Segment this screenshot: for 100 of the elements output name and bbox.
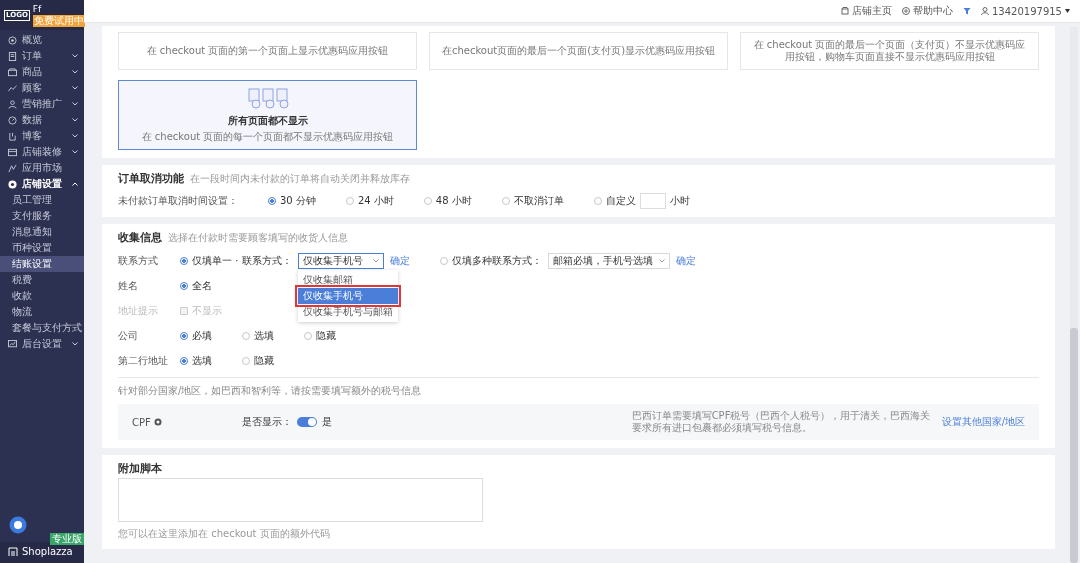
option-label: 自定义 xyxy=(605,194,636,208)
radio-button[interactable] xyxy=(593,197,602,205)
storefront-icon xyxy=(8,147,17,157)
description-text: 巴西订单需要填写CPF税号（巴西个人税号），用于清关，巴西海关要求所有进口包裹都必须填写税号信息。 xyxy=(631,410,932,434)
sidebar-item[interactable]: 顾客 xyxy=(0,80,84,96)
gauge-icon xyxy=(8,115,17,125)
note-text: 针对部分国家/地区，如巴西和智利等，请按需要填写额外的税号信息 xyxy=(118,384,423,398)
field-label: 第二行地址 xyxy=(118,353,169,368)
sidebar-subitem[interactable]: 消息通知 xyxy=(0,224,84,240)
option-label: 隐藏 xyxy=(316,328,336,343)
option-card[interactable]: 所有页面都不显示 在 checkout 页面的每一个页面都不显示优惠码应用按钮 xyxy=(118,80,417,150)
filter-icon xyxy=(963,7,971,15)
chat-icon xyxy=(9,516,27,534)
radio-button[interactable] xyxy=(501,197,510,205)
unit-label: 小时 xyxy=(669,194,690,208)
section-title: 收集信息 xyxy=(118,230,162,245)
pen-icon xyxy=(8,131,17,141)
sidebar-item[interactable]: 营销推广 xyxy=(0,96,84,112)
option-label: 不取消订单 xyxy=(513,194,564,208)
option-label: 仅填单一 · 联系方式： xyxy=(192,253,292,268)
option-label: 全名 xyxy=(192,278,212,293)
link[interactable]: 确定 xyxy=(675,253,696,268)
sidebar-subitem[interactable]: 币种设置 xyxy=(0,240,84,256)
sidebar-item[interactable]: 店铺设置 xyxy=(0,176,84,192)
radio-button[interactable] xyxy=(439,256,448,265)
option-card[interactable]: 在 checkout 页面的第一个页面上显示优惠码应用按钮 xyxy=(118,32,417,70)
caret-icon xyxy=(1065,9,1070,13)
option-label: 仅填多种联系方式： xyxy=(451,253,542,268)
pages-icon xyxy=(245,87,290,111)
radio-button[interactable] xyxy=(242,356,250,365)
target-icon xyxy=(8,35,17,45)
radio-button[interactable] xyxy=(423,197,432,205)
sidebar-subitem[interactable]: 套餐与支付方式 xyxy=(0,320,84,336)
option-label: 选填 xyxy=(192,353,212,368)
sidebar-subitem[interactable]: 支付服务 xyxy=(0,208,84,224)
option-card[interactable]: 在 checkout 页面的最后一个页面（支付页）不显示优惠码应用按钮，购物车页面直接不显示优惠码应用按钮 xyxy=(740,32,1039,70)
monitor-icon xyxy=(8,339,17,349)
option-label: 24 小时 xyxy=(357,194,394,208)
sidebar-subitem[interactable]: 税费 xyxy=(0,272,84,288)
radio-button[interactable] xyxy=(304,331,312,340)
sidebar-subitem[interactable]: 员工管理 xyxy=(0,192,84,208)
brand-name: Shoplazza xyxy=(22,546,73,557)
radio-button[interactable] xyxy=(180,331,188,340)
top-link[interactable]: 店铺主页 xyxy=(841,4,892,18)
info-icon xyxy=(153,418,162,426)
radio-button[interactable] xyxy=(180,256,188,265)
link[interactable]: 设置其他国家/地区 xyxy=(941,415,1025,429)
sidebar-item[interactable]: 数据 xyxy=(0,112,84,128)
section-title: 附加脚本 xyxy=(118,461,163,476)
help-icon xyxy=(902,7,910,15)
sidebar-item[interactable]: 店铺装修 xyxy=(0,144,84,160)
radio-button[interactable] xyxy=(180,281,188,290)
scrollbar[interactable] xyxy=(1070,27,1078,563)
section-title: 订单取消功能 xyxy=(118,171,184,186)
radio-button[interactable] xyxy=(180,356,188,365)
store-icon xyxy=(841,7,849,15)
sidebar-subitem[interactable]: 物流 xyxy=(0,304,84,320)
box-icon xyxy=(8,67,17,77)
sidebar-item[interactable]: 后台设置 xyxy=(0,336,84,352)
sidebar-item[interactable]: 应用市场 xyxy=(0,160,84,176)
chart-line-icon xyxy=(8,83,17,93)
caret-icon xyxy=(658,258,665,263)
document-icon xyxy=(8,51,17,61)
field-label: 姓名 xyxy=(118,278,139,293)
caret-icon xyxy=(372,258,379,263)
number-field[interactable] xyxy=(639,193,666,209)
store-name: Ff xyxy=(32,3,43,15)
radio-button[interactable] xyxy=(268,197,276,205)
sidebar-item[interactable]: 博客 xyxy=(0,128,84,144)
sidebar-item[interactable]: 订单 xyxy=(0,48,84,64)
field-label: 未付款订单取消时间设置： xyxy=(118,194,238,208)
option-label: 隐藏 xyxy=(254,353,274,368)
radio-button[interactable] xyxy=(242,331,250,340)
option-label: 必填 xyxy=(192,328,212,343)
brand-icon xyxy=(8,546,18,557)
radio-button[interactable] xyxy=(345,197,354,205)
option-label: 48 小时 xyxy=(435,194,472,208)
link[interactable]: 确定 xyxy=(389,253,410,268)
field-label: 是否显示： xyxy=(242,415,292,429)
edition-badge: 专业版 xyxy=(50,533,84,545)
menu-item[interactable]: 仅收集手机号 xyxy=(297,287,398,304)
menu-item[interactable]: 仅收集邮箱 xyxy=(297,271,398,288)
top-link[interactable]: 帮助中心 xyxy=(902,4,953,18)
gear-icon xyxy=(8,179,17,189)
field-label: 公司 xyxy=(118,328,139,343)
sidebar-item[interactable]: 商品 xyxy=(0,64,84,80)
sidebar-subitem[interactable]: 收款 xyxy=(0,288,84,304)
dropdown-field[interactable]: 邮箱必填，手机号选填 xyxy=(547,252,670,269)
sidebar-item[interactable]: 概览 xyxy=(0,32,84,48)
toggle-label: 是 xyxy=(322,415,332,429)
user-menu[interactable]: 13420197915 xyxy=(981,5,1070,17)
sidebar-subitem[interactable]: 结账设置 xyxy=(0,256,84,272)
script-field[interactable] xyxy=(118,478,483,522)
option-card[interactable]: 在checkout页面的最后一个页面(支付页)显示优惠码应用按钮 xyxy=(429,32,728,70)
user-icon xyxy=(981,7,989,15)
plan-badge: 免费试用中 xyxy=(32,14,85,27)
toggle-switch[interactable] xyxy=(297,417,317,427)
menu-item[interactable]: 仅收集手机号与邮箱 xyxy=(297,303,398,320)
dropdown-field[interactable]: 仅收集手机号 xyxy=(297,252,384,269)
option-label: 选填 xyxy=(254,328,274,343)
